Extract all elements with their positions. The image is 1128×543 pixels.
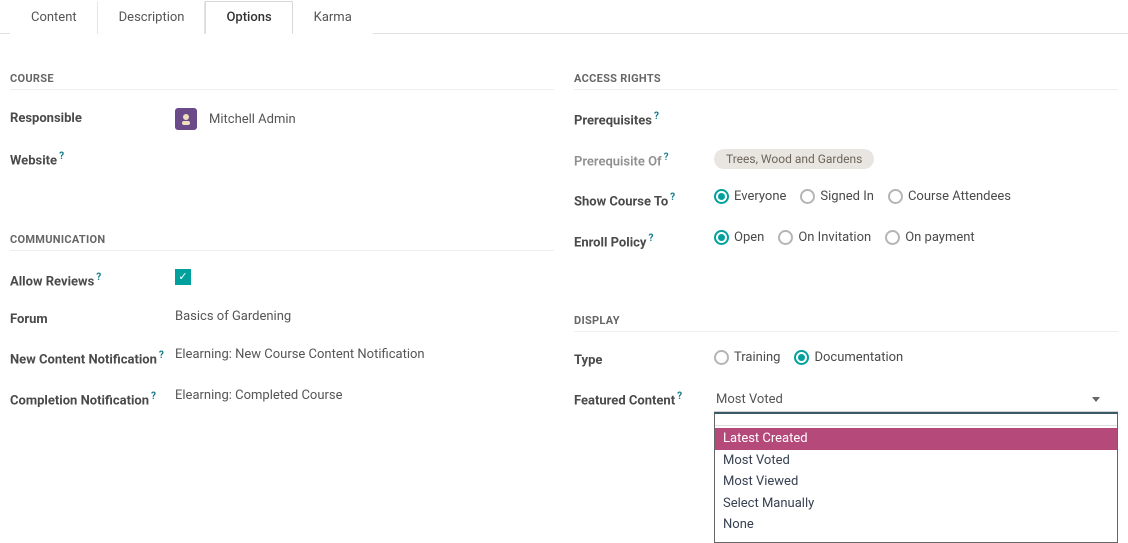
responsible-name: Mitchell Admin [209, 112, 296, 127]
help-icon[interactable]: ? [677, 391, 682, 402]
label-forum: Forum [10, 309, 175, 329]
row-show-course-to: Show Course To? Everyone Signed In Cours… [574, 189, 1118, 212]
value-completion-notification[interactable]: Elearning: Completed Course [175, 388, 554, 403]
radio-open[interactable]: Open [714, 230, 764, 245]
help-icon[interactable]: ? [664, 152, 669, 163]
section-title-display: DISPLAY [574, 314, 1118, 332]
row-prerequisites: Prerequisites? [574, 108, 1118, 131]
radio-course-attendees[interactable]: Course Attendees [888, 189, 1011, 204]
option-none[interactable]: None [715, 514, 1117, 536]
left-column: COURSE Responsible Mitchell Admin Websit… [10, 64, 554, 430]
tab-description[interactable]: Description [98, 1, 206, 34]
tab-karma[interactable]: Karma [293, 1, 373, 34]
row-allow-reviews: Allow Reviews? ✓ [10, 269, 554, 292]
row-website: Website? [10, 148, 554, 171]
row-new-content-notification: New Content Notification? Elearning: New… [10, 347, 554, 370]
value-featured-content: Most Voted Latest Created Most Voted Mos… [714, 388, 1118, 412]
tab-content[interactable]: Content [10, 1, 98, 34]
radio-signed-in[interactable]: Signed In [800, 189, 874, 204]
dropdown-separator [715, 414, 1117, 426]
help-icon[interactable]: ? [654, 111, 659, 122]
featured-content-dropdown: Latest Created Most Voted Most Viewed Se… [714, 412, 1118, 543]
label-website: Website? [10, 148, 175, 171]
row-completion-notification: Completion Notification? Elearning: Comp… [10, 388, 554, 411]
section-title-communication: COMMUNICATION [10, 233, 554, 251]
radio-documentation[interactable]: Documentation [794, 350, 903, 365]
row-enroll-policy: Enroll Policy? Open On Invitation On pay… [574, 230, 1118, 253]
select-display[interactable]: Most Voted [714, 388, 1118, 412]
row-responsible: Responsible Mitchell Admin [10, 108, 554, 130]
row-featured-content: Featured Content? Most Voted Latest Crea… [574, 388, 1118, 412]
radio-on-payment[interactable]: On payment [885, 230, 975, 245]
checkbox-allow-reviews[interactable]: ✓ [175, 269, 191, 285]
option-most-viewed[interactable]: Most Viewed [715, 471, 1117, 493]
help-icon[interactable]: ? [648, 233, 653, 244]
label-type: Type [574, 350, 714, 370]
label-prerequisite-of: Prerequisite Of? [574, 149, 714, 172]
help-icon[interactable]: ? [96, 272, 101, 283]
help-icon[interactable]: ? [151, 391, 156, 402]
radio-group-show-course-to: Everyone Signed In Course Attendees [714, 189, 1118, 204]
help-icon[interactable]: ? [159, 350, 164, 361]
radio-everyone[interactable]: Everyone [714, 189, 786, 204]
row-prerequisite-of: Prerequisite Of? Trees, Wood and Gardens [574, 149, 1118, 172]
value-prerequisite-of: Trees, Wood and Gardens [714, 149, 1118, 169]
label-show-course-to: Show Course To? [574, 189, 714, 212]
avatar [175, 108, 197, 130]
help-icon[interactable]: ? [670, 192, 675, 203]
section-title-access-rights: ACCESS RIGHTS [574, 72, 1118, 90]
label-prerequisites: Prerequisites? [574, 108, 714, 131]
option-latest-created[interactable]: Latest Created [715, 428, 1117, 450]
label-responsible: Responsible [10, 108, 175, 128]
tabs-bar: Content Description Options Karma [0, 0, 1128, 34]
value-allow-reviews: ✓ [175, 269, 554, 285]
label-featured-content: Featured Content? [574, 388, 714, 411]
featured-content-select[interactable]: Most Voted Latest Created Most Voted Mos… [714, 388, 1118, 412]
label-allow-reviews: Allow Reviews? [10, 269, 175, 292]
radio-group-type: Training Documentation [714, 350, 1118, 365]
option-most-voted[interactable]: Most Voted [715, 450, 1117, 472]
value-responsible[interactable]: Mitchell Admin [175, 108, 554, 130]
form-body: COURSE Responsible Mitchell Admin Websit… [0, 34, 1128, 440]
right-column: ACCESS RIGHTS Prerequisites? Prerequisit… [574, 64, 1118, 430]
row-forum: Forum Basics of Gardening [10, 309, 554, 329]
radio-group-enroll-policy: Open On Invitation On payment [714, 230, 1118, 245]
radio-on-invitation[interactable]: On Invitation [778, 230, 871, 245]
label-new-content-notification: New Content Notification? [10, 347, 175, 370]
help-icon[interactable]: ? [59, 151, 64, 162]
chevron-down-icon [1092, 397, 1100, 402]
label-enroll-policy: Enroll Policy? [574, 230, 714, 253]
radio-training[interactable]: Training [714, 350, 780, 365]
tag-prerequisite-of[interactable]: Trees, Wood and Gardens [714, 149, 874, 169]
value-new-content-notification[interactable]: Elearning: New Course Content Notificati… [175, 347, 554, 362]
value-forum[interactable]: Basics of Gardening [175, 309, 554, 324]
label-completion-notification: Completion Notification? [10, 388, 175, 411]
section-title-course: COURSE [10, 72, 554, 90]
option-select-manually[interactable]: Select Manually [715, 493, 1117, 515]
row-type: Type Training Documentation [574, 350, 1118, 370]
tab-options[interactable]: Options [205, 1, 292, 34]
